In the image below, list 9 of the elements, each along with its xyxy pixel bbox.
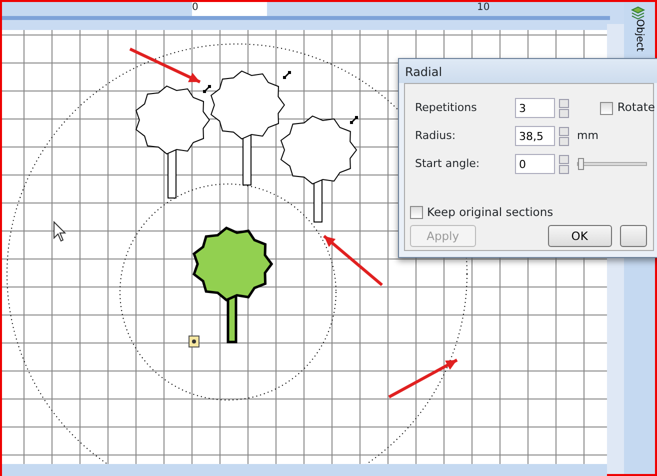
checkbox-label: Keep original sections	[427, 204, 554, 221]
checkbox-label: Rotate	[617, 99, 655, 116]
ruler-label: 0	[192, 2, 198, 14]
dialog-title: Radial	[399, 59, 657, 83]
field-label: Radius:	[415, 128, 457, 144]
unit-label: mm	[577, 128, 598, 144]
field-label: Start angle:	[415, 156, 481, 172]
ruler-label: 10	[477, 2, 490, 14]
field-label: Repetitions	[415, 100, 478, 116]
